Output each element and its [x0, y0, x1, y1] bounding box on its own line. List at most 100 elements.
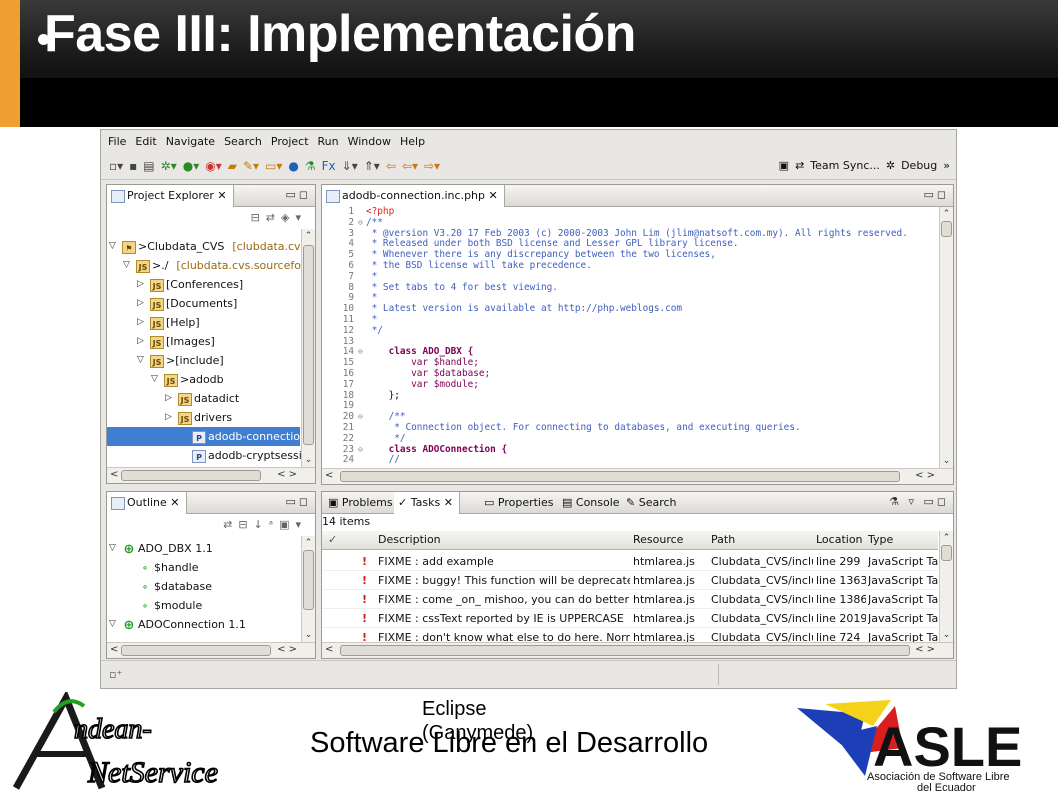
scroll-left-icon[interactable]: < — [325, 470, 333, 481]
open-folder-icon[interactable]: ▰ — [228, 157, 237, 175]
prev-annotation-icon[interactable]: ⇑▾ — [364, 157, 380, 175]
fast-view-icon[interactable]: ▫⁺ — [109, 668, 122, 681]
scroll-up-icon[interactable]: ⌃ — [302, 231, 315, 241]
scroll-right-icon[interactable]: < > — [915, 470, 935, 481]
scroll-down-icon[interactable]: ⌄ — [302, 630, 315, 640]
tree-item[interactable]: ▽ ⊕ ADO_DBX 1.1 — [107, 539, 300, 558]
scroll-thumb[interactable] — [121, 470, 261, 481]
run-icon[interactable]: ●▾ — [183, 157, 200, 175]
perspective-debug[interactable]: ✲ Debug — [886, 159, 937, 172]
code-area[interactable]: 1 <?php 2 ⊖/** 3 * @version V3.20 17 Feb 200… — [322, 206, 938, 468]
open-perspective-icon[interactable]: ▣ — [779, 159, 789, 172]
scroll-right-icon[interactable]: < > — [277, 644, 297, 655]
debug-icon[interactable]: ✲▾ — [161, 157, 177, 175]
menu-help[interactable]: Help — [400, 135, 425, 148]
perspective-team-sync[interactable]: ⇄ Team Sync... — [795, 159, 880, 172]
menu-window[interactable]: Window — [348, 135, 391, 148]
expanded-arrow-icon[interactable]: ▽ — [137, 351, 144, 370]
tab-project-explorer[interactable]: Project Explorer ✕ — [107, 185, 234, 207]
outline-vertical-scrollbar[interactable]: ⌃ ⌄ — [301, 536, 315, 642]
fold-icon[interactable]: ⊖ — [358, 412, 366, 423]
expanded-arrow-icon[interactable]: ▽ — [109, 615, 116, 634]
expanded-arrow-icon[interactable]: ▽ — [151, 370, 158, 389]
scroll-thumb[interactable] — [121, 645, 271, 656]
tree-item[interactable]: Padodb-cryptsession. — [107, 446, 315, 465]
save-icon[interactable]: ▪ — [129, 157, 137, 175]
column-header[interactable]: Path — [711, 533, 735, 546]
more-perspectives-icon[interactable]: » — [943, 159, 950, 172]
menu-file[interactable]: File — [108, 135, 126, 148]
back-icon[interactable]: ⇦▾ — [402, 157, 418, 175]
expanded-arrow-icon[interactable]: ▽ — [123, 256, 130, 275]
tab-console[interactable]: ▤ Console — [558, 492, 626, 514]
column-header[interactable]: Description — [378, 533, 441, 546]
scroll-thumb[interactable] — [303, 550, 314, 610]
tree-item[interactable]: ∘ $module — [107, 596, 300, 615]
column-header[interactable]: Location — [816, 533, 863, 546]
tree-item[interactable]: ▷ JS datadict — [107, 389, 300, 408]
menu-run[interactable]: Run — [318, 135, 339, 148]
tab-properties[interactable]: ▭ Properties — [480, 492, 559, 514]
tree-item[interactable]: ∘ $database — [107, 577, 300, 596]
tree-item[interactable]: ▷ JS [Conferences] — [107, 275, 300, 294]
minimize-maximize-icon[interactable]: ▭◻ — [285, 188, 311, 201]
collapsed-arrow-icon[interactable]: ▷ — [137, 332, 144, 351]
minimize-maximize-icon[interactable]: ▭◻ — [285, 495, 311, 508]
outline-horizontal-scrollbar[interactable]: < < > — [107, 642, 315, 658]
scroll-thumb[interactable] — [340, 645, 910, 656]
tree-item[interactable]: ▷ JS [Documents] — [107, 294, 300, 313]
scroll-thumb[interactable] — [303, 245, 314, 445]
collapsed-arrow-icon[interactable]: ▷ — [165, 408, 172, 427]
forward-icon[interactable]: ⇨▾ — [424, 157, 440, 175]
expanded-arrow-icon[interactable]: ▽ — [109, 237, 116, 256]
editor-horizontal-scrollbar[interactable]: < < > — [322, 468, 953, 484]
tree-item[interactable]: ▽ ⊕ ADOConnection 1.1 — [107, 615, 300, 634]
collapsed-arrow-icon[interactable]: ▷ — [165, 389, 172, 408]
explorer-vertical-scrollbar[interactable]: ⌃ ⌄ — [301, 229, 315, 467]
pencil-icon[interactable]: ✎▾ — [243, 157, 259, 175]
table-row[interactable]: ! FIXME : cssText reported by IE is UPPER… — [322, 609, 938, 628]
fold-icon[interactable]: ⊖ — [358, 218, 366, 229]
scroll-right-icon[interactable]: < > — [915, 644, 935, 655]
tree-item[interactable]: ∘ $handle — [107, 558, 300, 577]
collapsed-arrow-icon[interactable]: ▷ — [137, 313, 144, 332]
tab-problems[interactable]: ▣ Problems — [324, 492, 399, 514]
scroll-left-icon[interactable]: < — [110, 644, 118, 655]
last-edit-icon[interactable]: ⇦ — [386, 157, 396, 175]
menu-navigate[interactable]: Navigate — [166, 135, 215, 148]
print-icon[interactable]: ▤ — [143, 157, 154, 175]
scroll-down-icon[interactable]: ⌄ — [940, 456, 953, 466]
table-row[interactable]: ! FIXME : add example htmlarea.js Clubdata_… — [322, 552, 938, 571]
scroll-right-icon[interactable]: < > — [277, 469, 297, 480]
fold-icon[interactable]: ⊖ — [358, 445, 366, 456]
tab-search[interactable]: ✎ Search — [622, 492, 683, 514]
scroll-up-icon[interactable]: ⌃ — [940, 209, 953, 219]
scroll-up-icon[interactable]: ⌃ — [940, 533, 953, 543]
collapsed-arrow-icon[interactable]: ▷ — [137, 275, 144, 294]
globe-icon[interactable]: ● — [288, 157, 298, 175]
view-menu-icon[interactable]: ⚗ ▿ ▭◻ — [889, 495, 949, 508]
new-icon[interactable]: ▫▾ — [109, 157, 123, 175]
table-row[interactable]: ! FIXME : come _on_ mishoo, you can do be… — [322, 590, 938, 609]
plugin-icon[interactable]: ⚗ — [305, 157, 316, 175]
tab-outline[interactable]: Outline ✕ — [107, 492, 187, 514]
tree-item[interactable]: ▷ JS drivers — [107, 408, 300, 427]
scroll-thumb[interactable] — [340, 471, 900, 482]
fold-icon[interactable]: ⊖ — [358, 347, 366, 358]
fx-icon[interactable]: Fx — [322, 157, 336, 175]
menu-search[interactable]: Search — [224, 135, 262, 148]
editor-vertical-scrollbar[interactable]: ⌃ ⌄ — [939, 207, 953, 468]
column-header[interactable]: Resource — [633, 533, 683, 546]
menu-edit[interactable]: Edit — [135, 135, 156, 148]
explorer-horizontal-scrollbar[interactable]: < < > — [107, 467, 315, 483]
tree-item[interactable]: ▽ JS >adodb — [107, 370, 300, 389]
menu-project[interactable]: Project — [271, 135, 309, 148]
minimize-maximize-icon[interactable]: ▭◻ — [923, 188, 949, 201]
scroll-up-icon[interactable]: ⌃ — [302, 538, 315, 548]
folder-icon[interactable]: ▭▾ — [265, 157, 282, 175]
tasks-horizontal-scrollbar[interactable]: < < > — [322, 642, 953, 658]
tab-editor-file[interactable]: adodb-connection.inc.php ✕ — [322, 185, 505, 207]
scroll-thumb[interactable] — [941, 221, 952, 237]
scroll-down-icon[interactable]: ⌄ — [302, 455, 315, 465]
external-tools-icon[interactable]: ◉▾ — [205, 157, 222, 175]
